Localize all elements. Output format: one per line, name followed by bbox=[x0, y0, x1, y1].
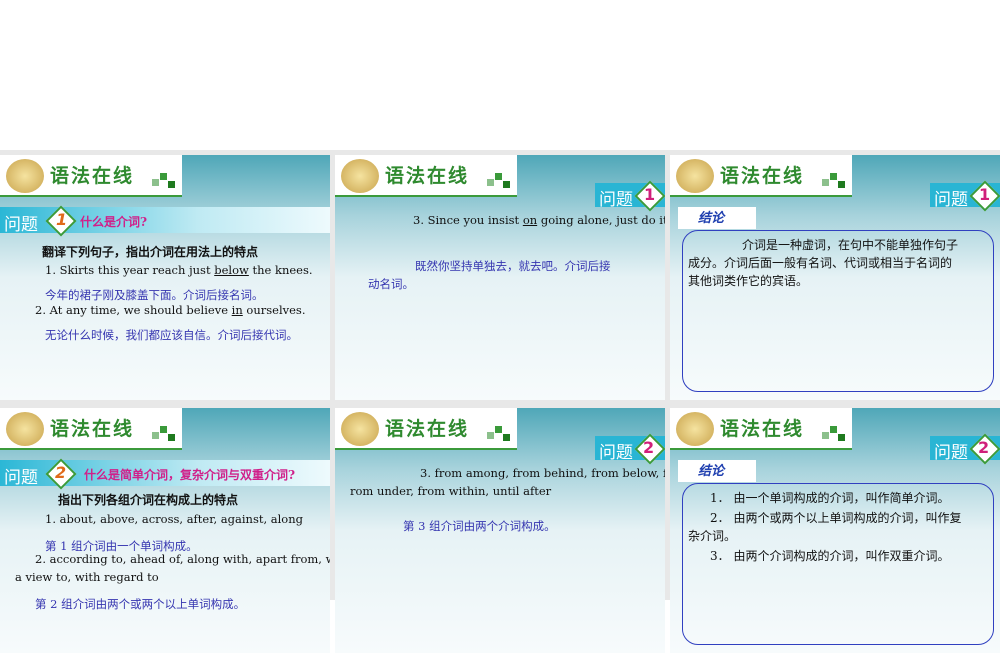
conclusion-badge: 结论 bbox=[678, 207, 756, 229]
coin-scroll-icon bbox=[6, 159, 44, 193]
question-bar: 问题 1 什么是介词? bbox=[0, 205, 330, 237]
coin-scroll-icon bbox=[6, 412, 44, 446]
slide-5[interactable]: 语法在线 问题 2 3. from among, from behind, fro… bbox=[335, 408, 665, 653]
answer-2: 第 2 组介词由两个或两个以上单词构成。 bbox=[35, 597, 246, 611]
slide-1[interactable]: 语法在线 问题 1 什么是介词? 翻译下列句子，指出介词在用法上的特点 1. Ski… bbox=[0, 155, 330, 400]
question-number: 1 bbox=[644, 185, 656, 204]
sentence-3: 3. Since you insist on going alone, just… bbox=[413, 213, 665, 227]
instruction: 指出下列各组介词在构成上的特点 bbox=[58, 493, 239, 507]
section-header: 语法在线 bbox=[670, 408, 852, 450]
section-title: 语法在线 bbox=[50, 418, 135, 440]
section-title: 语法在线 bbox=[50, 165, 135, 187]
question-badge: 问题 2 bbox=[930, 433, 1000, 465]
answer-3: 第 3 组介词由两个介词构成。 bbox=[403, 519, 556, 533]
question-label: 问题 bbox=[934, 443, 968, 463]
group-2-line-2: a view to, with regard to bbox=[15, 570, 159, 584]
answer-1: 今年的裙子刚及膝盖下面。介词后接名词。 bbox=[45, 288, 264, 302]
question-label: 问题 bbox=[4, 215, 38, 235]
question-badge: 问题 1 bbox=[595, 180, 665, 212]
conclusion-line: 介词是一种虚词，在句中不能单独作句子 bbox=[742, 238, 959, 252]
question-label: 问题 bbox=[599, 443, 633, 463]
answer-3-line-2: 动名词。 bbox=[368, 277, 414, 291]
group-1: 1. about, above, across, after, against,… bbox=[45, 512, 303, 526]
conclusion-line: 杂介词。 bbox=[688, 529, 737, 543]
section-header: 语法在线 bbox=[0, 408, 182, 450]
coin-scroll-icon bbox=[341, 159, 379, 193]
question-number: 1 bbox=[56, 210, 68, 229]
conclusion-line: 2． 由两个或两个以上单词构成的介词，叫作复 bbox=[710, 511, 962, 525]
section-header: 语法在线 bbox=[0, 155, 182, 197]
question-label: 问题 bbox=[599, 190, 633, 210]
question-number: 2 bbox=[978, 438, 990, 457]
question-text: 什么是介词? bbox=[80, 215, 148, 229]
slide-6[interactable]: 语法在线 问题 2 结论 1． 由一个单词构成的介词，叫作简单介词。 2． 由两个… bbox=[670, 408, 1000, 653]
slide-2[interactable]: 语法在线 问题 1 3. Since you insist on going al… bbox=[335, 155, 665, 400]
group-2-line-1: 2. according to, ahead of, along with, a… bbox=[35, 552, 330, 566]
coin-scroll-icon bbox=[676, 159, 714, 193]
question-bar: 问题 2 什么是简单介词，复杂介词与双重介词? bbox=[0, 458, 330, 490]
conclusion-line: 1． 由一个单词构成的介词，叫作简单介词。 bbox=[710, 491, 950, 505]
conclusion-line: 成分。介词后面一般有名词、代词或相当于名词的 bbox=[688, 256, 953, 270]
section-header: 语法在线 bbox=[670, 155, 852, 197]
group-3-line-1: 3. from among, from behind, from below, … bbox=[420, 466, 665, 480]
question-badge: 问题 2 bbox=[595, 433, 665, 465]
question-badge: 问题 1 bbox=[930, 180, 1000, 212]
instruction: 翻译下列句子，指出介词在用法上的特点 bbox=[42, 245, 259, 259]
coin-scroll-icon bbox=[341, 412, 379, 446]
section-title: 语法在线 bbox=[720, 165, 805, 187]
sentence-1: 1. Skirts this year reach just below the… bbox=[45, 263, 313, 277]
conclusion-badge: 结论 bbox=[678, 460, 756, 482]
answer-3-line-1: 既然你坚持单独去，就去吧。介词后接 bbox=[415, 259, 611, 273]
group-3-line-2: rom under, from within, until after bbox=[350, 484, 552, 498]
answer-2: 无论什么时候，我们都应该自信。介词后接代词。 bbox=[45, 328, 298, 342]
section-header: 语法在线 bbox=[335, 155, 517, 197]
question-number: 2 bbox=[55, 463, 67, 482]
question-number: 2 bbox=[643, 438, 655, 457]
question-label: 问题 bbox=[934, 190, 968, 210]
question-label: 问题 bbox=[4, 468, 38, 488]
coin-scroll-icon bbox=[676, 412, 714, 446]
conclusion-line: 3． 由两个介词构成的介词，叫作双重介词。 bbox=[710, 549, 950, 563]
sentence-2: 2. At any time, we should believe in our… bbox=[35, 303, 306, 317]
conclusion-line: 其他词类作它的宾语。 bbox=[688, 274, 809, 288]
conclusion-label: 结论 bbox=[698, 464, 725, 479]
section-title: 语法在线 bbox=[385, 165, 470, 187]
conclusion-label: 结论 bbox=[698, 211, 725, 226]
section-header: 语法在线 bbox=[335, 408, 517, 450]
section-title: 语法在线 bbox=[385, 418, 470, 440]
question-number: 1 bbox=[979, 185, 991, 204]
section-title: 语法在线 bbox=[720, 418, 805, 440]
question-text: 什么是简单介词，复杂介词与双重介词? bbox=[84, 468, 296, 482]
slide-4[interactable]: 语法在线 问题 2 什么是简单介词，复杂介词与双重介词? 指出下列各组介词在构成上的… bbox=[0, 408, 330, 653]
slide-3[interactable]: 语法在线 问题 1 结论 介词是一种虚词，在句中不能单独作句子 成分。介词后面一般… bbox=[670, 155, 1000, 400]
